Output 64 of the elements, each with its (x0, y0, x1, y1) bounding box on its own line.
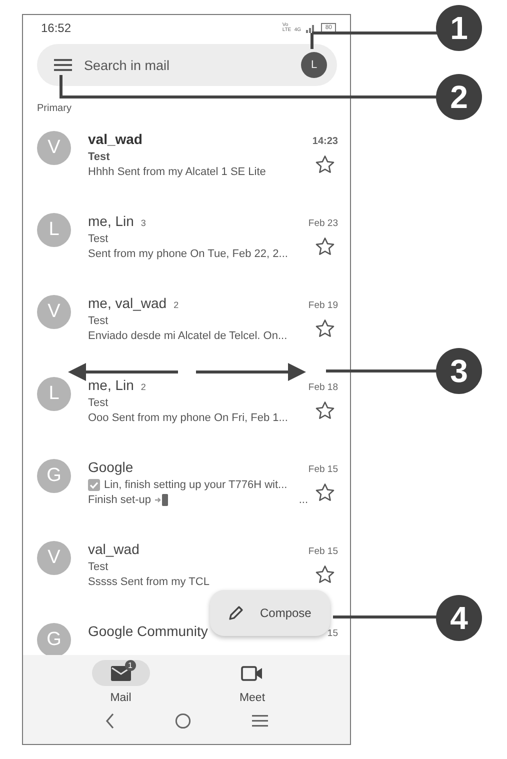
sender-avatar: V (37, 295, 71, 329)
pencil-icon (228, 605, 244, 621)
sender-name: val_wad (88, 541, 140, 557)
account-avatar[interactable]: L (301, 52, 327, 78)
sender-avatar: G (37, 623, 71, 657)
email-date: 14:23 (312, 136, 338, 147)
nav-label: Mail (110, 692, 132, 704)
email-snippet: Finish set-up (88, 494, 151, 506)
section-label: Primary (37, 103, 72, 116)
email-snippet: Enviado desde mi Alcatel de Telcel. On... (88, 330, 288, 342)
status-time: 16:52 (41, 21, 72, 35)
star-icon[interactable] (315, 401, 335, 420)
thread-count: 2 (174, 300, 179, 310)
callout-number: 3 (436, 348, 482, 394)
sender-name: Google (88, 459, 134, 475)
sender-name: me, Lin (88, 377, 134, 393)
email-subject: Test (88, 397, 108, 409)
callout-number: 1 (436, 5, 482, 51)
email-date: Feb 23 (308, 218, 338, 229)
sender-avatar: L (37, 377, 71, 411)
email-snippet: Sssss Sent from my TCL (88, 576, 210, 588)
star-icon[interactable] (315, 483, 335, 502)
callout-number: 4 (436, 595, 482, 641)
recents-icon[interactable] (252, 715, 268, 727)
star-icon[interactable] (315, 237, 335, 256)
sender-name: val_wad (88, 131, 142, 147)
sender-avatar: G (37, 459, 71, 493)
back-icon[interactable] (105, 713, 116, 729)
email-snippet: Ooo Sent from my phone On Fri, Feb 1... (88, 412, 288, 424)
checkbox-icon (88, 479, 100, 491)
email-date: 15 (327, 628, 338, 639)
email-subject: Test (88, 315, 108, 327)
nav-label: Meet (239, 692, 266, 704)
thread-count: 3 (140, 218, 146, 228)
email-subject: Test (88, 151, 110, 163)
nav-tab[interactable]: 1 (92, 660, 150, 686)
search-field[interactable]: Search in mail L (37, 44, 337, 86)
sender-name: Google Community (88, 623, 208, 639)
email-subject: Test (88, 561, 108, 573)
star-icon[interactable] (315, 155, 335, 174)
unread-badge: 1 (124, 660, 136, 671)
email-date: Feb 18 (308, 382, 338, 393)
sender-avatar: V (37, 541, 71, 575)
thread-count: 2 (140, 382, 146, 392)
sender-name: me, Lin (88, 213, 134, 229)
home-icon[interactable] (175, 713, 192, 729)
email-date: Feb 19 (308, 300, 338, 311)
ellipsis-text: ... (298, 494, 308, 506)
signal-icon (306, 25, 316, 33)
callout-number: 2 (436, 74, 482, 120)
sender-name: me, val_wad (88, 295, 167, 311)
star-icon[interactable] (315, 319, 335, 338)
menu-icon[interactable] (54, 58, 72, 72)
email-snippet: Hhhh Sent from my Alcatel 1 SE Lite (88, 166, 266, 178)
email-subject: Lin, finish setting up your T776H wit... (104, 479, 288, 491)
email-subject: Test (88, 233, 108, 245)
sender-avatar: L (37, 213, 71, 247)
phone-arrow-icon (154, 494, 169, 506)
email-snippet: Sent from my phone On Tue, Feb 22, 2... (88, 248, 288, 260)
email-date: Feb 15 (308, 546, 338, 557)
star-icon[interactable] (315, 565, 335, 584)
sender-avatar: V (37, 131, 71, 165)
video-camera-icon (241, 666, 264, 680)
email-date: Feb 15 (308, 464, 338, 475)
